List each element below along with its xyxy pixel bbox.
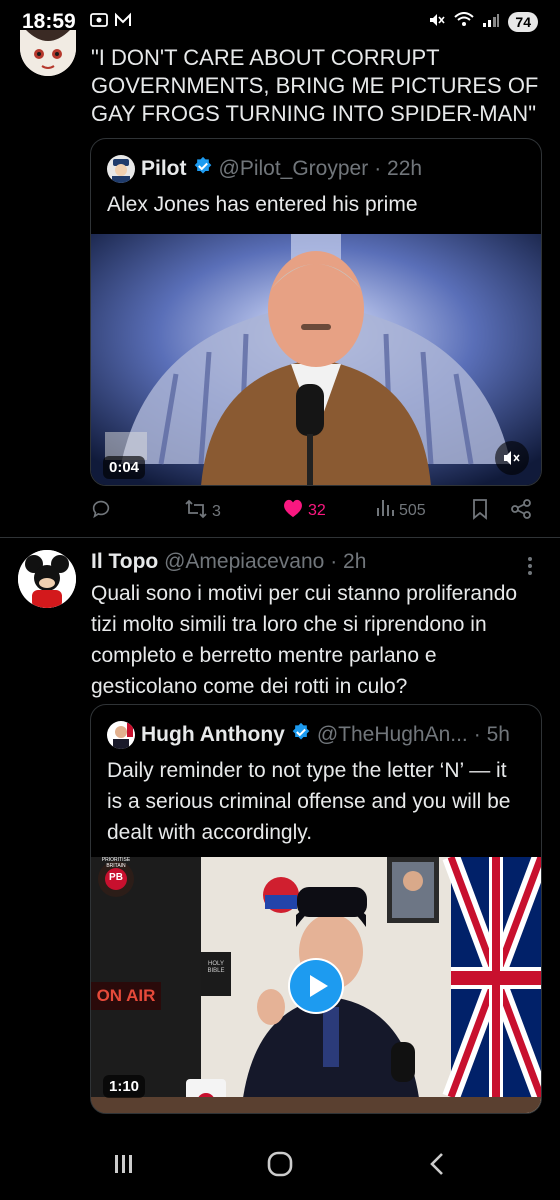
quoted-tweet[interactable]: Hugh Anthony @TheHughAn... · 5h Daily re… [90,704,542,1114]
brand-logo-ring: PRIORITISE BRITAIN [101,857,131,869]
back-icon[interactable] [424,1150,452,1183]
verified-icon [291,722,311,748]
handle: @TheHughAn... [316,723,468,746]
screen-record-icon [89,12,108,33]
wifi-icon [454,12,475,32]
play-icon[interactable] [288,958,344,1014]
video-thumbnail [91,234,541,485]
retweet-icon [184,498,208,525]
tweet-actions: 3 32 505 [90,496,542,526]
retweet-count: 3 [212,502,221,520]
video-duration: 0:04 [103,456,146,479]
recent-apps-icon[interactable] [110,1150,138,1183]
tweet-text: Quali sono i motivi per cui stanno proli… [91,582,518,698]
quoted-tweet-header: Pilot @Pilot_Groyper · 22h [107,155,422,183]
signal-icon [482,12,500,32]
display-name: Pilot [141,157,187,180]
home-icon[interactable] [266,1150,294,1183]
system-navigation-bar [0,1130,560,1200]
avatar [107,155,135,183]
tweet-text: "I DON'T CARE ABOUT CORRUPT GOVERNMENTS,… [91,45,539,126]
like-count: 32 [308,501,326,519]
avatar [107,721,135,749]
views-button[interactable]: 505 [375,498,426,523]
mail-icon [114,12,132,33]
timestamp: · 22h [374,157,423,180]
video-duration: 1:10 [103,1075,146,1098]
mute-status-icon [428,12,446,32]
tweet-header: Il Topo @Amepiacevano · 2h [91,550,366,574]
video-player[interactable]: ON AIR HOLY BIBLE PB PRIORITISE BRITAIN … [91,857,541,1113]
views-icon [375,498,395,523]
timestamp: · 5h [473,723,510,746]
verified-icon [193,156,213,182]
quoted-tweet-text: Alex Jones has entered his prime [107,193,418,216]
reply-icon[interactable] [90,498,112,520]
heart-icon [282,498,304,523]
display-name[interactable]: Il Topo [91,550,158,573]
bookmark-icon[interactable] [470,498,490,520]
status-bar: 18:59 74 [0,0,560,44]
retweet-button[interactable]: 3 [184,498,221,525]
bible-text: HOLY BIBLE [207,961,225,974]
handle[interactable]: @Amepiacevano [164,550,324,573]
quoted-tweet[interactable]: Pilot @Pilot_Groyper · 22h Alex Jones ha… [90,138,542,486]
avatar[interactable] [20,30,76,76]
mute-icon[interactable] [495,441,529,475]
display-name: Hugh Anthony [141,723,285,746]
like-button[interactable]: 32 [282,498,326,523]
handle: @Pilot_Groyper [218,157,369,180]
timestamp: · 2h [330,550,367,573]
share-icon[interactable] [510,498,532,520]
onair-sign: ON AIR [96,986,156,1005]
battery-indicator: 74 [508,12,538,32]
brand-logo: PB [109,872,123,883]
quoted-tweet-text: Daily reminder to not type the letter ‘N… [107,759,511,844]
views-count: 505 [399,501,426,519]
video-player[interactable]: 0:04 [91,234,541,485]
avatar[interactable] [18,550,76,608]
divider [0,537,560,538]
quoted-tweet-header: Hugh Anthony @TheHughAn... · 5h [107,721,510,749]
more-icon[interactable] [520,556,540,576]
